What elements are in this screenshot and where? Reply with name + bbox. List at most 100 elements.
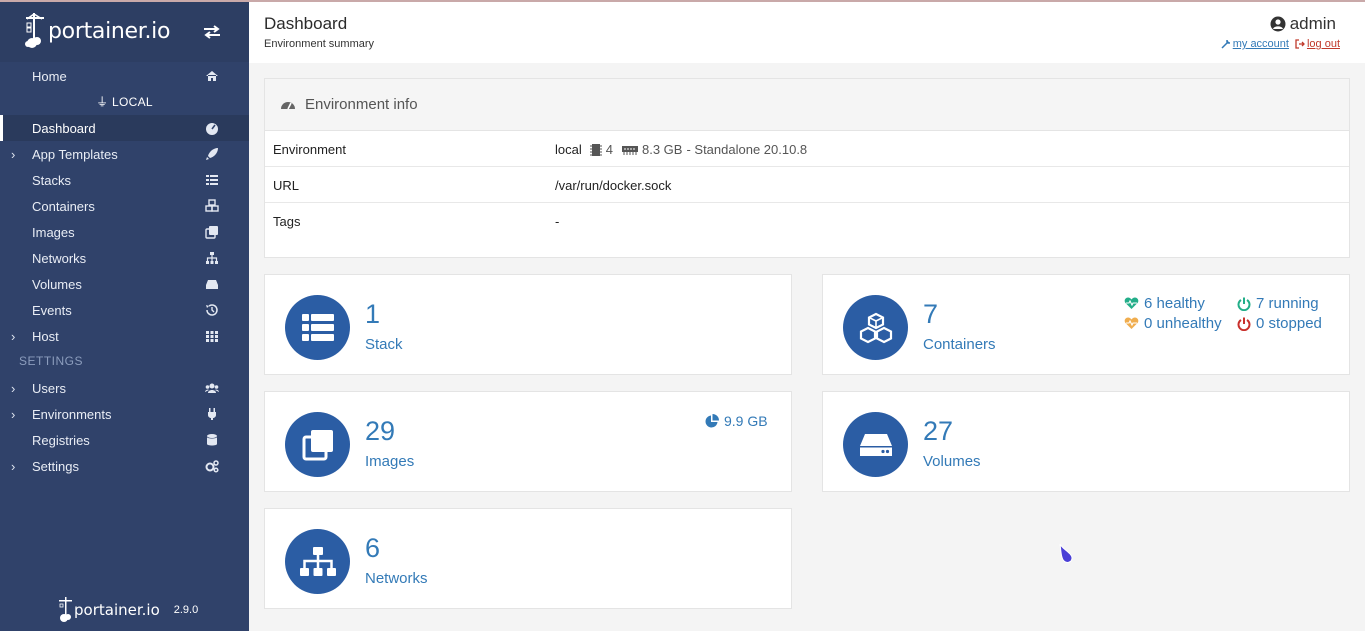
- sidebar-item-label: App Templates: [32, 146, 118, 162]
- sidebar-item-images[interactable]: Images: [0, 219, 249, 245]
- images-widget-icon-circle: [285, 412, 350, 477]
- plug-icon: [208, 408, 216, 420]
- env-key: Tags: [273, 214, 301, 229]
- logo-text: portainer.io: [48, 18, 171, 44]
- networks-widget-icon-circle: [285, 529, 350, 594]
- sidebar-item-dashboard[interactable]: Dashboard: [0, 115, 249, 141]
- healthy-status: 6 healthy: [1124, 295, 1205, 312]
- sidebar-item-users[interactable]: › Users: [0, 375, 249, 401]
- sidebar-footer: portainer.io 2.9.0: [58, 596, 198, 624]
- sidebar: portainer.io Home ⏚ LOCAL Dashboard › Ap…: [0, 2, 249, 631]
- version-label: 2.9.0: [173, 604, 199, 616]
- heartbeat-icon: [1124, 317, 1139, 329]
- sidebar-item-label: Environments: [32, 406, 112, 422]
- chevron-right-icon: ›: [11, 459, 16, 474]
- tachometer-icon: [281, 101, 295, 109]
- sidebar-item-containers[interactable]: Containers: [0, 193, 249, 219]
- sidebar-toggle-icon[interactable]: [202, 24, 222, 40]
- history-icon: [206, 304, 218, 316]
- log-out-link[interactable]: log out: [1295, 38, 1340, 50]
- sidebar-section-settings: SETTINGS: [19, 354, 84, 368]
- stacks-widget[interactable]: 1 Stack: [264, 274, 792, 375]
- sidebar-item-label: Volumes: [32, 276, 82, 292]
- environment-type: - Standalone 20.10.8: [686, 142, 808, 157]
- sidebar-item-networks[interactable]: Networks: [0, 245, 249, 271]
- images-count: 29: [365, 416, 396, 446]
- sidebar-item-settings[interactable]: › Settings: [0, 453, 249, 479]
- sidebar-item-events[interactable]: Events: [0, 297, 249, 323]
- env-url-value: /var/run/docker.sock: [555, 178, 672, 193]
- memory-icon: [621, 145, 638, 155]
- networks-count: 6: [365, 533, 381, 563]
- environment-info-title: Environment info: [305, 96, 418, 113]
- microchip-icon: [589, 143, 602, 156]
- account-links: my account log out: [1221, 38, 1340, 50]
- portainer-logo[interactable]: portainer.io: [24, 11, 170, 51]
- sidebar-item-label: Dashboard: [32, 120, 96, 136]
- pie-chart-icon: [705, 414, 719, 428]
- sidebar-item-stacks[interactable]: Stacks: [0, 167, 249, 193]
- endpoint-name: ⏚ LOCAL: [96, 95, 153, 109]
- plug-icon: ⏚: [96, 95, 109, 109]
- dashboard-icon: [206, 123, 218, 135]
- volumes-widget[interactable]: 27 Volumes: [822, 391, 1350, 492]
- sitemap-icon: [299, 546, 336, 576]
- environment-name: local: [555, 142, 582, 157]
- rocket-icon: [206, 148, 218, 160]
- chevron-right-icon: ›: [11, 329, 16, 344]
- env-tags-value: -: [555, 214, 560, 229]
- networks-widget[interactable]: 6 Networks: [264, 508, 792, 609]
- containers-count: 7: [923, 299, 939, 329]
- sidebar-header: portainer.io: [0, 2, 249, 62]
- portainer-small-logo-icon: [59, 597, 72, 622]
- env-value: local 4 8.3 GB - Standalone 20.10.8: [555, 142, 807, 157]
- sitemap-icon: [206, 252, 218, 264]
- sidebar-item-label: Stacks: [32, 172, 72, 188]
- sidebar-item-volumes[interactable]: Volumes: [0, 271, 249, 297]
- environment-info-panel: Environment info Environment local 4 8.3…: [264, 78, 1350, 258]
- stacks-count: 1: [365, 299, 381, 329]
- sidebar-item-label: Images: [32, 224, 75, 240]
- mouse-cursor-icon: [1059, 543, 1073, 563]
- cogs-icon: [205, 460, 219, 473]
- images-label: Images: [365, 453, 415, 470]
- heartbeat-icon: [1124, 297, 1139, 309]
- sidebar-item-host[interactable]: › Host: [0, 323, 249, 349]
- database-icon: [207, 434, 217, 446]
- sidebar-item-environments[interactable]: › Environments: [0, 401, 249, 427]
- power-icon: [1237, 317, 1251, 331]
- chevron-right-icon: ›: [11, 407, 16, 422]
- volumes-label: Volumes: [923, 453, 981, 470]
- my-account-link[interactable]: my account: [1221, 38, 1289, 50]
- home-icon: [206, 71, 218, 81]
- images-widget[interactable]: 29 Images 9.9 GB: [264, 391, 792, 492]
- containers-label: Containers: [923, 336, 996, 353]
- unhealthy-status: 0 unhealthy: [1124, 315, 1222, 332]
- environment-info-header: Environment info: [265, 79, 1349, 131]
- footer-logo-text: portainer.io: [74, 601, 160, 619]
- user-info: admin: [1270, 14, 1336, 34]
- sidebar-item-label: Events: [32, 302, 72, 318]
- stacks-label: Stack: [365, 336, 403, 353]
- sidebar-item-label: Containers: [32, 198, 95, 214]
- stopped-status: 0 stopped: [1237, 315, 1322, 332]
- page-header: Dashboard Environment summary admin my a…: [249, 2, 1365, 63]
- volumes-count: 27: [923, 416, 954, 446]
- sidebar-item-home[interactable]: Home: [0, 63, 249, 89]
- th-icon: [206, 331, 218, 342]
- running-status: 7 running: [1237, 295, 1319, 312]
- containers-widget-icon-circle: [843, 295, 908, 360]
- env-row-environment: Environment local 4 8.3 GB - Standalone …: [265, 131, 1349, 167]
- sidebar-item-label: Users: [32, 380, 66, 396]
- sidebar-item-app-templates[interactable]: › App Templates: [0, 141, 249, 167]
- page-subtitle: Environment summary: [264, 38, 375, 50]
- user-circle-icon: [1270, 16, 1286, 32]
- sidebar-item-registries[interactable]: Registries: [0, 427, 249, 453]
- stacks-widget-icon-circle: [285, 295, 350, 360]
- clone-icon: [302, 429, 333, 460]
- containers-widget[interactable]: 7 Containers 6 healthy 0 unhealthy 7 run…: [822, 274, 1350, 375]
- list-icon: [301, 313, 334, 341]
- memory-size: 8.3 GB: [641, 142, 683, 157]
- page-title: Dashboard: [264, 14, 348, 33]
- hdd-icon: [859, 433, 892, 456]
